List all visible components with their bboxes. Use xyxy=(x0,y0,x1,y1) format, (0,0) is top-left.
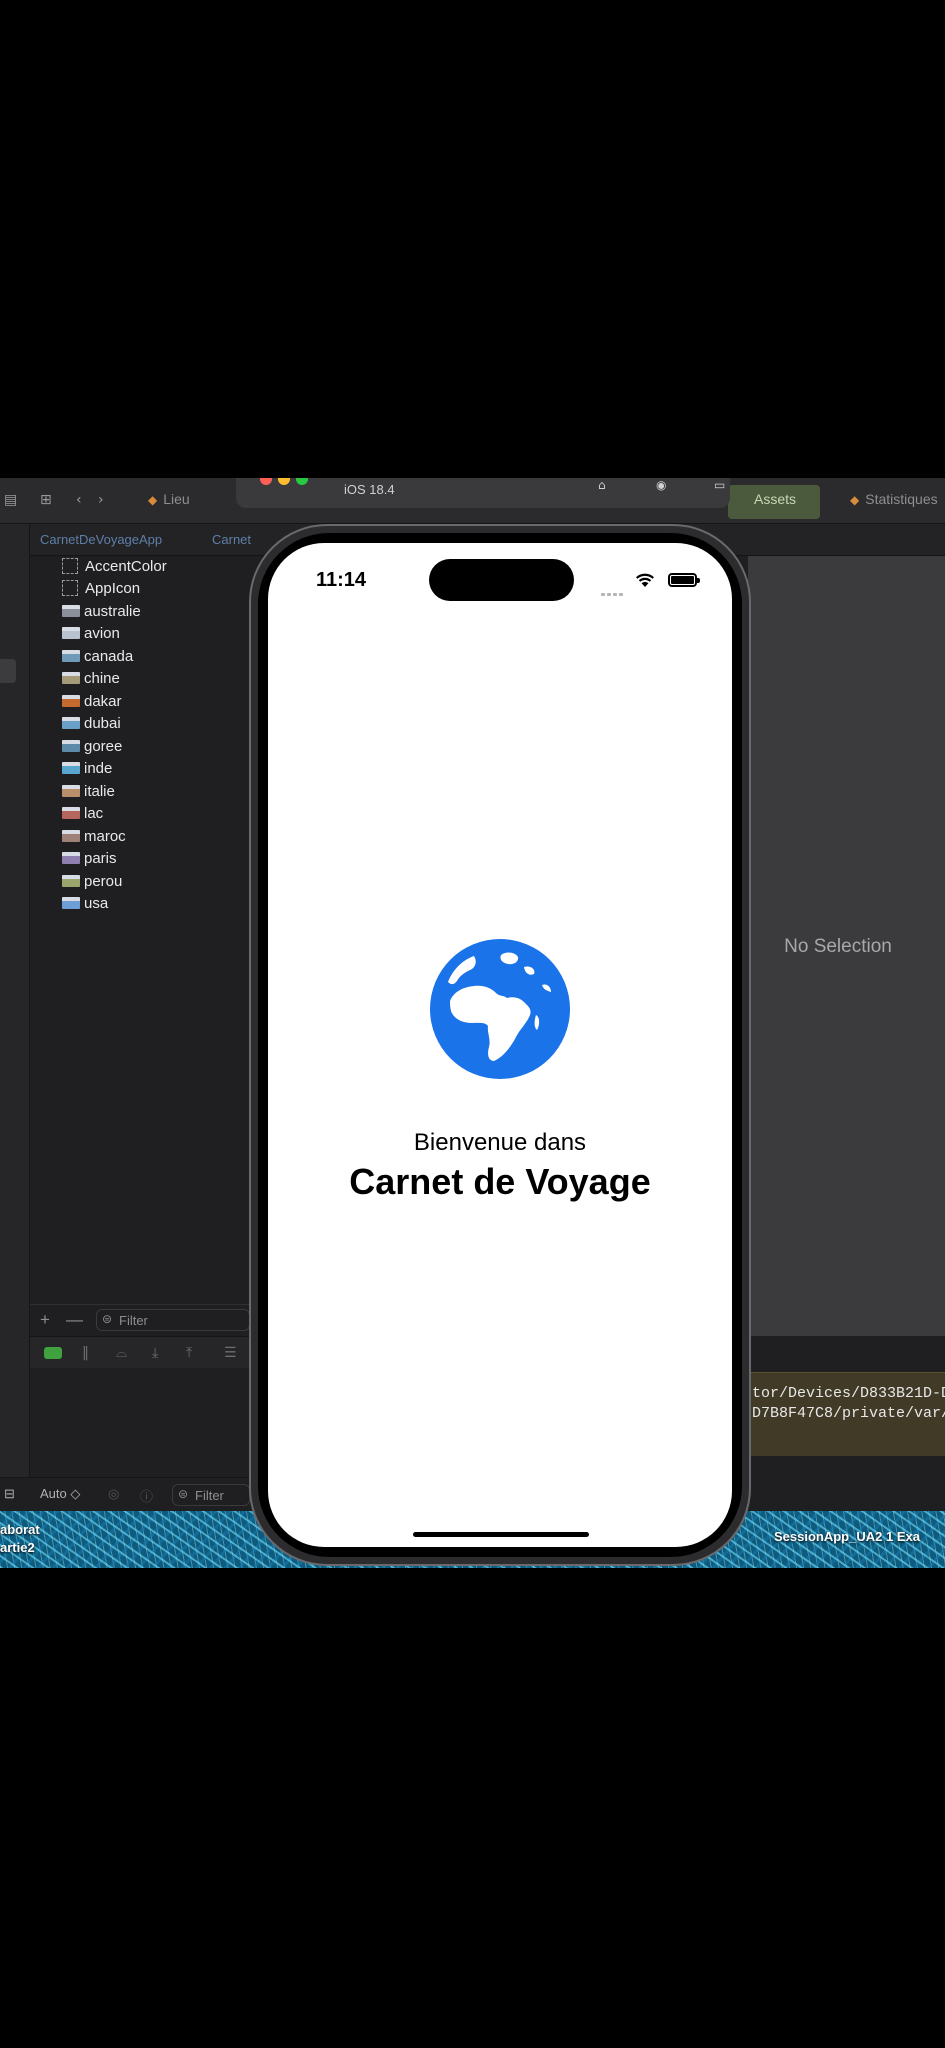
breadcrumb-project[interactable]: CarnetDeVoyageApp xyxy=(40,532,162,547)
console-bottom-bar: ⊟ Auto ◇ ◎ ⓘ ⊜ Filter xyxy=(0,1477,252,1511)
console-line: tor/Devices/D833B21D-D xyxy=(752,1385,945,1402)
desktop-file-label[interactable]: aborat xyxy=(0,1522,40,1537)
image-thumbnail-icon xyxy=(62,695,80,707)
image-thumbnail-icon xyxy=(62,897,80,909)
image-thumbnail-icon xyxy=(62,762,80,774)
activity-rail xyxy=(0,524,30,1568)
asset-item-canada[interactable]: canada xyxy=(62,646,133,666)
image-thumbnail-icon xyxy=(62,627,80,639)
asset-item-perou[interactable]: perou xyxy=(62,871,122,891)
image-thumbnail-icon xyxy=(62,852,80,864)
asset-item-goree[interactable]: goree xyxy=(62,736,122,756)
desktop-file-label[interactable]: SessionApp_UA2 1 Exa xyxy=(774,1529,920,1544)
status-bar-time: 11:14 xyxy=(316,569,367,591)
add-asset-button[interactable]: + xyxy=(40,1310,50,1330)
color-set-icon xyxy=(62,558,78,574)
close-window-button[interactable] xyxy=(260,478,272,485)
eye-icon[interactable]: ◎ xyxy=(108,1486,119,1502)
auto-variables-select[interactable]: Auto ◇ xyxy=(40,1486,80,1502)
screenshot-icon[interactable]: ◉ xyxy=(656,478,666,492)
asset-item-usa[interactable]: usa xyxy=(62,893,108,913)
welcome-text: Bienvenue dans xyxy=(413,1129,587,1156)
info-icon[interactable]: ⓘ xyxy=(140,1486,153,1505)
console-filter-input[interactable]: ⊜ Filter xyxy=(172,1484,250,1506)
swift-file-icon: ◆ xyxy=(850,493,860,507)
simulator-title-bar: iOS 18.4 ⌂ ◉ ▭ xyxy=(236,478,730,508)
pause-icon[interactable]: ‖ xyxy=(82,1345,89,1361)
grid-icon[interactable]: ⊞ xyxy=(40,492,52,508)
console-layout-icon[interactable]: ⊟ xyxy=(4,1486,15,1502)
simulator-os-version: iOS 18.4 xyxy=(344,482,395,497)
view-hierarchy-icon[interactable]: ☰ xyxy=(224,1345,237,1361)
forward-arrow-icon[interactable]: › xyxy=(98,492,104,508)
debug-bar: ‖ ⌓ ⤓ ⤒ ☰ xyxy=(30,1336,252,1368)
asset-item-accentcolor[interactable]: AccentColor xyxy=(62,556,167,576)
console-output: tor/Devices/D833B21D-D D7B8F47C8/private… xyxy=(748,1372,945,1456)
console-line: D7B8F47C8/private/var/ xyxy=(752,1405,945,1422)
rotate-icon[interactable]: ▭ xyxy=(714,478,725,492)
home-button-icon[interactable]: ⌂ xyxy=(598,478,606,492)
swift-file-icon: ◆ xyxy=(148,493,158,507)
tab-lieu[interactable]: ◆ Lieu xyxy=(148,491,190,507)
navigator-toggle-icon[interactable]: ▤ xyxy=(4,492,17,508)
zoom-window-button[interactable] xyxy=(296,478,308,485)
asset-item-inde[interactable]: inde xyxy=(62,758,112,778)
globe-icon xyxy=(430,939,570,1079)
asset-item-avion[interactable]: avion xyxy=(62,623,120,643)
navigator-filter-input[interactable]: ⊜ Filter xyxy=(96,1309,250,1331)
asset-item-dakar[interactable]: dakar xyxy=(62,691,122,711)
tab-statistiques[interactable]: ◆ Statistiques xyxy=(850,491,938,507)
asset-item-chine[interactable]: chine xyxy=(62,668,120,688)
phone-screen[interactable]: 11:14 Bienvenue dans Carnet de Voyage xyxy=(268,543,732,1547)
breadcrumb-folder[interactable]: Carnet xyxy=(212,532,251,547)
asset-item-appicon[interactable]: AppIcon xyxy=(62,578,140,598)
image-thumbnail-icon xyxy=(62,740,80,752)
image-thumbnail-icon xyxy=(62,875,80,887)
home-indicator[interactable] xyxy=(413,1532,589,1537)
battery-icon xyxy=(668,573,700,587)
step-over-icon[interactable]: ⌓ xyxy=(116,1345,127,1361)
remove-asset-button[interactable]: — xyxy=(66,1310,83,1330)
step-out-icon[interactable]: ⤒ xyxy=(186,1345,192,1361)
inspector-pane: No Selection xyxy=(748,556,945,1336)
wifi-icon xyxy=(636,573,654,587)
asset-item-maroc[interactable]: maroc xyxy=(62,826,126,846)
image-thumbnail-icon xyxy=(62,605,80,617)
asset-item-lac[interactable]: lac xyxy=(62,803,103,823)
image-thumbnail-icon xyxy=(62,650,80,662)
image-thumbnail-icon xyxy=(62,830,80,842)
filter-icon: ⊜ xyxy=(178,1487,189,1501)
tab-assets[interactable]: Assets xyxy=(728,485,820,519)
image-thumbnail-icon xyxy=(62,672,80,684)
asset-item-paris[interactable]: paris xyxy=(62,848,117,868)
dynamic-island xyxy=(429,559,574,601)
image-thumbnail-icon xyxy=(62,785,80,797)
app-title: Carnet de Voyage xyxy=(349,1161,651,1202)
image-thumbnail-icon xyxy=(62,717,80,729)
iphone-simulator: 11:14 Bienvenue dans Carnet de Voyage xyxy=(249,524,751,1566)
asset-item-dubai[interactable]: dubai xyxy=(62,713,121,733)
rail-selection-indicator xyxy=(0,659,16,683)
minimize-window-button[interactable] xyxy=(278,478,290,485)
step-into-icon[interactable]: ⤓ xyxy=(152,1345,158,1361)
no-selection-label: No Selection xyxy=(784,936,892,957)
debug-area-toggle-icon[interactable] xyxy=(44,1347,62,1359)
filter-icon: ⊜ xyxy=(102,1312,113,1326)
asset-item-italie[interactable]: italie xyxy=(62,781,115,801)
back-arrow-icon[interactable]: ‹ xyxy=(76,492,82,508)
app-icon-set-icon xyxy=(62,580,78,596)
navigator-filter-bar: + — ⊜ Filter xyxy=(30,1304,252,1334)
desktop-file-label[interactable]: artie2 xyxy=(0,1540,35,1555)
asset-item-australie[interactable]: australie xyxy=(62,601,141,621)
cellular-signal-icon xyxy=(601,583,625,601)
image-thumbnail-icon xyxy=(62,807,80,819)
